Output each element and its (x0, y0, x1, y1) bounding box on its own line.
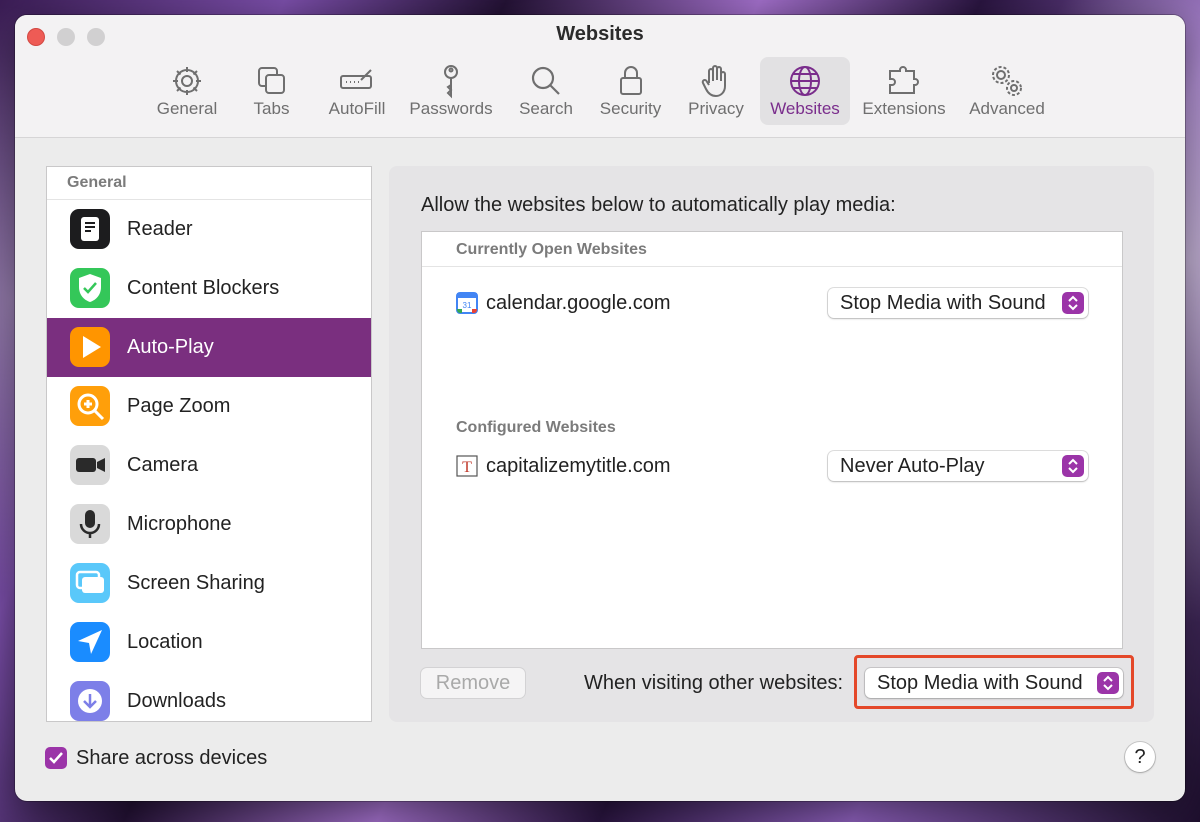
tab-autofill[interactable]: AutoFill (317, 57, 397, 125)
calendar-icon-text: 31 (463, 301, 472, 310)
tab-privacy[interactable]: Privacy (679, 57, 753, 125)
tab-search[interactable]: Search (510, 57, 582, 125)
tab-extensions-label: Extensions (862, 99, 946, 118)
sidebar-item-label: Downloads (127, 690, 226, 712)
camera-icon (70, 445, 110, 485)
sidebar-item-microphone[interactable]: Microphone (47, 495, 371, 554)
checkmark-icon (49, 752, 63, 764)
website-name: capitalizemytitle.com (486, 455, 671, 477)
share-across-devices-label: Share across devices (76, 747, 268, 769)
screen-sharing-icon (70, 563, 110, 603)
zoom-icon (70, 386, 110, 426)
tab-tabs[interactable]: Tabs (234, 57, 309, 125)
puzzle-icon (889, 66, 919, 94)
chevron-updown-icon (1097, 672, 1119, 694)
play-icon (70, 327, 110, 367)
sidebar-item-content-blockers[interactable]: Content Blockers (47, 259, 371, 318)
location-arrow-icon (70, 622, 110, 662)
gears-icon (992, 66, 1022, 96)
panel-description: Allow the websites below to automaticall… (421, 194, 896, 216)
sidebar-item-label: Content Blockers (127, 277, 280, 299)
tab-tabs-label: Tabs (253, 99, 290, 118)
popup-value: Never Auto-Play (840, 455, 985, 477)
chevron-updown-icon (1062, 455, 1084, 477)
share-across-devices-checkbox[interactable] (45, 747, 67, 769)
configured-websites-header: Configured Websites (456, 419, 616, 436)
tab-websites[interactable]: Websites (760, 57, 850, 125)
tab-passwords-label: Passwords (409, 99, 493, 118)
tab-advanced-label: Advanced (969, 99, 1045, 118)
sidebar-item-label: Location (127, 631, 203, 653)
reader-icon (70, 209, 110, 249)
popup-value: Stop Media with Sound (840, 292, 1046, 314)
sidebar-item-reader[interactable]: Reader (47, 200, 371, 259)
header-divider (422, 266, 1122, 267)
globe-icon (790, 66, 820, 96)
tab-extensions[interactable]: Extensions (858, 57, 950, 125)
tab-privacy-label: Privacy (688, 99, 744, 118)
sidebar-item-camera[interactable]: Camera (47, 436, 371, 495)
sidebar: General Reader Content Blockers Auto-Pla… (46, 166, 372, 722)
sidebar-item-page-zoom[interactable]: Page Zoom (47, 377, 371, 436)
window-title: Websites (556, 23, 644, 45)
website-list: Currently Open Websites 31 calendar.goog… (421, 231, 1123, 649)
website-name: calendar.google.com (486, 292, 671, 314)
capitalize-my-title-icon: T (456, 455, 478, 477)
sidebar-item-label: Microphone (127, 513, 232, 535)
sidebar-item-label: Screen Sharing (127, 572, 265, 594)
microphone-icon (70, 504, 110, 544)
sidebar-item-location[interactable]: Location (47, 613, 371, 672)
sidebar-item-label: Auto-Play (127, 336, 214, 358)
autoplay-panel: Allow the websites below to automaticall… (389, 166, 1154, 722)
gear-icon (173, 67, 201, 95)
tab-search-label: Search (519, 99, 573, 118)
remove-button[interactable]: Remove (421, 668, 525, 698)
autoplay-setting-popup[interactable]: Never Auto-Play (828, 451, 1088, 481)
hand-icon (701, 65, 726, 98)
sidebar-header: General (47, 167, 371, 200)
popup-value: Stop Media with Sound (877, 672, 1083, 694)
help-button[interactable]: ? (1125, 742, 1155, 772)
sidebar-item-label: Page Zoom (127, 395, 231, 417)
tab-security-label: Security (599, 99, 662, 118)
sidebar-item-downloads[interactable]: Downloads (47, 672, 371, 721)
lock-icon (619, 66, 642, 95)
autoplay-setting-popup[interactable]: Stop Media with Sound (828, 288, 1088, 318)
tab-passwords[interactable]: Passwords (402, 57, 500, 125)
tab-general-label: General (156, 99, 218, 118)
tab-general[interactable]: General (146, 57, 228, 125)
tab-websites-label: Websites (770, 99, 840, 118)
open-websites-header: Currently Open Websites (456, 241, 647, 258)
tabs-icon (257, 67, 285, 94)
other-websites-popup[interactable]: Stop Media with Sound (865, 668, 1123, 698)
autofill-icon (340, 69, 372, 89)
sidebar-item-screen-sharing[interactable]: Screen Sharing (47, 554, 371, 613)
preferences-window: Websites General Tabs AutoFill Passwords… (15, 15, 1185, 801)
titlebar: Websites General Tabs AutoFill Passwords… (15, 15, 1185, 138)
other-websites-label: When visiting other websites: (584, 672, 844, 694)
chevron-updown-icon (1062, 292, 1084, 314)
capitalize-icon-text: T (462, 459, 472, 476)
tab-autofill-label: AutoFill (328, 99, 386, 118)
magnifier-icon (531, 66, 560, 95)
tab-security[interactable]: Security (591, 57, 670, 125)
key-icon (444, 65, 458, 99)
sidebar-item-auto-play[interactable]: Auto-Play (47, 318, 371, 377)
sidebar-item-label: Reader (127, 218, 193, 240)
sidebar-item-label: Camera (127, 454, 199, 476)
download-icon (70, 681, 110, 721)
tab-advanced[interactable]: Advanced (963, 57, 1051, 125)
shield-check-icon (70, 268, 110, 308)
preferences-toolbar: General Tabs AutoFill Passwords Search S… (15, 57, 1185, 127)
google-calendar-icon: 31 (456, 292, 478, 314)
